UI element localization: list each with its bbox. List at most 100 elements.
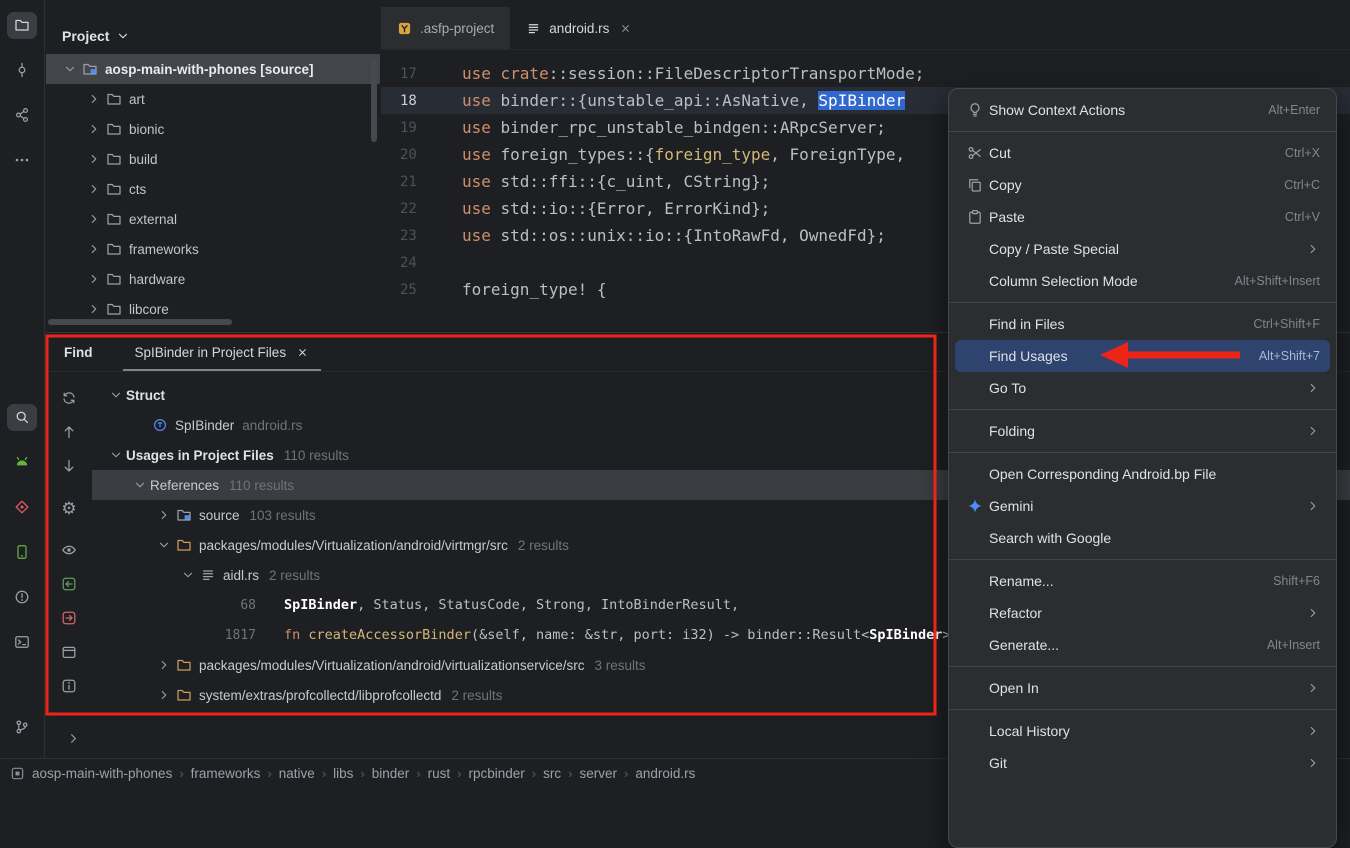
tool-window-button-logcat[interactable] [7, 449, 37, 476]
menu-separator [949, 452, 1336, 453]
breadcrumb-separator: › [532, 766, 536, 781]
breadcrumb-item-rust[interactable]: rust [428, 766, 451, 781]
editor-tab-asfp-project[interactable]: .asfp-project [381, 7, 510, 49]
menu-item-open-in[interactable]: Open In [955, 672, 1330, 704]
line-number[interactable]: 24 [381, 255, 442, 271]
search-icon [14, 409, 30, 425]
paste-icon [967, 209, 983, 225]
next-occurrence-button[interactable] [55, 452, 83, 480]
menu-shortcut: Ctrl+Shift+F [1253, 317, 1320, 331]
menu-item-gemini[interactable]: Gemini [955, 490, 1330, 522]
tree-node-label: cts [129, 182, 146, 197]
project-horizontal-scrollbar[interactable] [48, 319, 232, 325]
menu-item-local-history[interactable]: Local History [955, 715, 1330, 747]
tool-window-button-find[interactable] [7, 404, 37, 431]
breadcrumb-item-src[interactable]: src [543, 766, 561, 781]
settings-button[interactable]: ⚙ [55, 494, 83, 522]
menu-item-cut[interactable]: CutCtrl+X [955, 137, 1330, 169]
project-tree-node-external[interactable]: external [46, 204, 380, 234]
tool-window-button-commit[interactable] [7, 57, 37, 84]
menu-item-label: Column Selection Mode [989, 273, 1215, 289]
tool-window-button-project[interactable] [7, 12, 37, 39]
menu-item-generate[interactable]: Generate...Alt+Insert [955, 629, 1330, 661]
tool-window-button-more-tools[interactable] [7, 147, 37, 174]
preview-usages-button[interactable] [55, 536, 83, 564]
project-tree-node-aosp-main-with-phones-source[interactable]: aosp-main-with-phones [source] [46, 54, 380, 84]
navigate-with-single-click-button[interactable] [55, 570, 83, 598]
breadcrumb-item-binder[interactable]: binder [372, 766, 410, 781]
menu-item-copy-paste-special[interactable]: Copy / Paste Special [955, 233, 1330, 265]
line-number[interactable]: 20 [381, 147, 442, 163]
menu-item-refactor[interactable]: Refactor [955, 597, 1330, 629]
menu-item-find-in-files[interactable]: Find in FilesCtrl+Shift+F [955, 308, 1330, 340]
cube-icon[interactable] [10, 766, 25, 781]
breadcrumb-item-server[interactable]: server [579, 766, 617, 781]
chevron-down-icon [181, 568, 195, 582]
previous-occurrence-button[interactable] [55, 418, 83, 446]
menu-item-copy[interactable]: CopyCtrl+C [955, 169, 1330, 201]
project-tree-node-frameworks[interactable]: frameworks [46, 234, 380, 264]
project-tree-node-build[interactable]: build [46, 144, 380, 174]
line-number[interactable]: 21 [381, 174, 442, 190]
menu-item-rename[interactable]: Rename...Shift+F6 [955, 565, 1330, 597]
editor-tab-android-rs[interactable]: android.rs [510, 7, 648, 49]
result-file: android.rs [242, 418, 302, 433]
menu-item-folding[interactable]: Folding [955, 415, 1330, 447]
breadcrumb-item-rpcbinder[interactable]: rpcbinder [469, 766, 525, 781]
breadcrumb-item-android-rs[interactable]: android.rs [635, 766, 695, 781]
help-button[interactable] [55, 672, 83, 700]
result-label: system/extras/profcollectd/libprofcollec… [199, 688, 441, 703]
result-label: packages/modules/Virtualization/android/… [199, 538, 508, 553]
line-number[interactable]: 23 [381, 228, 442, 244]
line-number[interactable]: 17 [381, 66, 442, 82]
menu-shortcut: Alt+Enter [1268, 103, 1320, 117]
line-number[interactable]: 19 [381, 120, 442, 136]
result-count: 2 results [518, 538, 569, 553]
close-icon[interactable] [619, 22, 632, 35]
menu-item-go-to[interactable]: Go To [955, 372, 1330, 404]
project-tree-node-art[interactable]: art [46, 84, 380, 114]
tool-window-button-pull-requests[interactable] [7, 102, 37, 129]
menu-item-find-usages[interactable]: Find UsagesAlt+Shift+7 [955, 340, 1330, 372]
line-number[interactable]: 22 [381, 201, 442, 217]
breadcrumb-separator: › [457, 766, 461, 781]
device-icon [14, 544, 30, 560]
tool-window-button-app-quality-insights[interactable] [7, 493, 37, 520]
file-lines-icon [526, 21, 541, 36]
scroll-from-source-button[interactable] [55, 604, 83, 632]
breadcrumb-item-native[interactable]: native [279, 766, 315, 781]
menu-item-column-selection-mode[interactable]: Column Selection ModeAlt+Shift+Insert [955, 265, 1330, 297]
menu-item-open-corresponding-android-bp-file[interactable]: Open Corresponding Android.bp File [955, 458, 1330, 490]
tree-node-label: bionic [129, 122, 164, 137]
open-results-in-new-tab-button[interactable] [55, 638, 83, 666]
menu-item-label: Open Corresponding Android.bp File [989, 466, 1320, 482]
close-find-tab-icon[interactable] [296, 346, 309, 359]
breadcrumb-item-frameworks[interactable]: frameworks [191, 766, 261, 781]
menu-item-show-context-actions[interactable]: Show Context ActionsAlt+Enter [955, 94, 1330, 126]
line-number[interactable]: 18 [381, 93, 442, 109]
breadcrumb-item-libs[interactable]: libs [333, 766, 353, 781]
project-vertical-scrollbar[interactable] [371, 58, 377, 142]
line-number[interactable]: 25 [381, 282, 442, 298]
project-tree-node-hardware[interactable]: hardware [46, 264, 380, 294]
tool-window-button-version-control[interactable] [7, 713, 37, 740]
menu-item-git[interactable]: Git [955, 747, 1330, 779]
code-line-17[interactable]: 17use crate::session::FileDescriptorTran… [381, 60, 1350, 87]
refresh-button[interactable] [55, 384, 83, 412]
tool-window-button-problems[interactable] [7, 583, 37, 610]
tool-window-button-running-devices[interactable] [7, 538, 37, 565]
chevron-down-icon [116, 29, 130, 43]
project-panel-header[interactable]: Project [46, 0, 380, 54]
find-results-tab[interactable]: SpIBinder in Project Files [123, 333, 322, 371]
breadcrumb-item-aosp-main-with-phones[interactable]: aosp-main-with-phones [32, 766, 172, 781]
expand-more-chevron-icon[interactable] [66, 731, 81, 746]
menu-item-label: Git [989, 755, 1286, 771]
project-tree-node-bionic[interactable]: bionic [46, 114, 380, 144]
tool-window-button-terminal[interactable] [7, 628, 37, 655]
menu-item-paste[interactable]: PasteCtrl+V [955, 201, 1330, 233]
autoscroll-editor-icon [61, 610, 77, 626]
chevron-right-icon [87, 302, 101, 316]
project-tree-node-cts[interactable]: cts [46, 174, 380, 204]
menu-item-search-with-google[interactable]: Search with Google [955, 522, 1330, 554]
folder-icon [106, 91, 122, 107]
